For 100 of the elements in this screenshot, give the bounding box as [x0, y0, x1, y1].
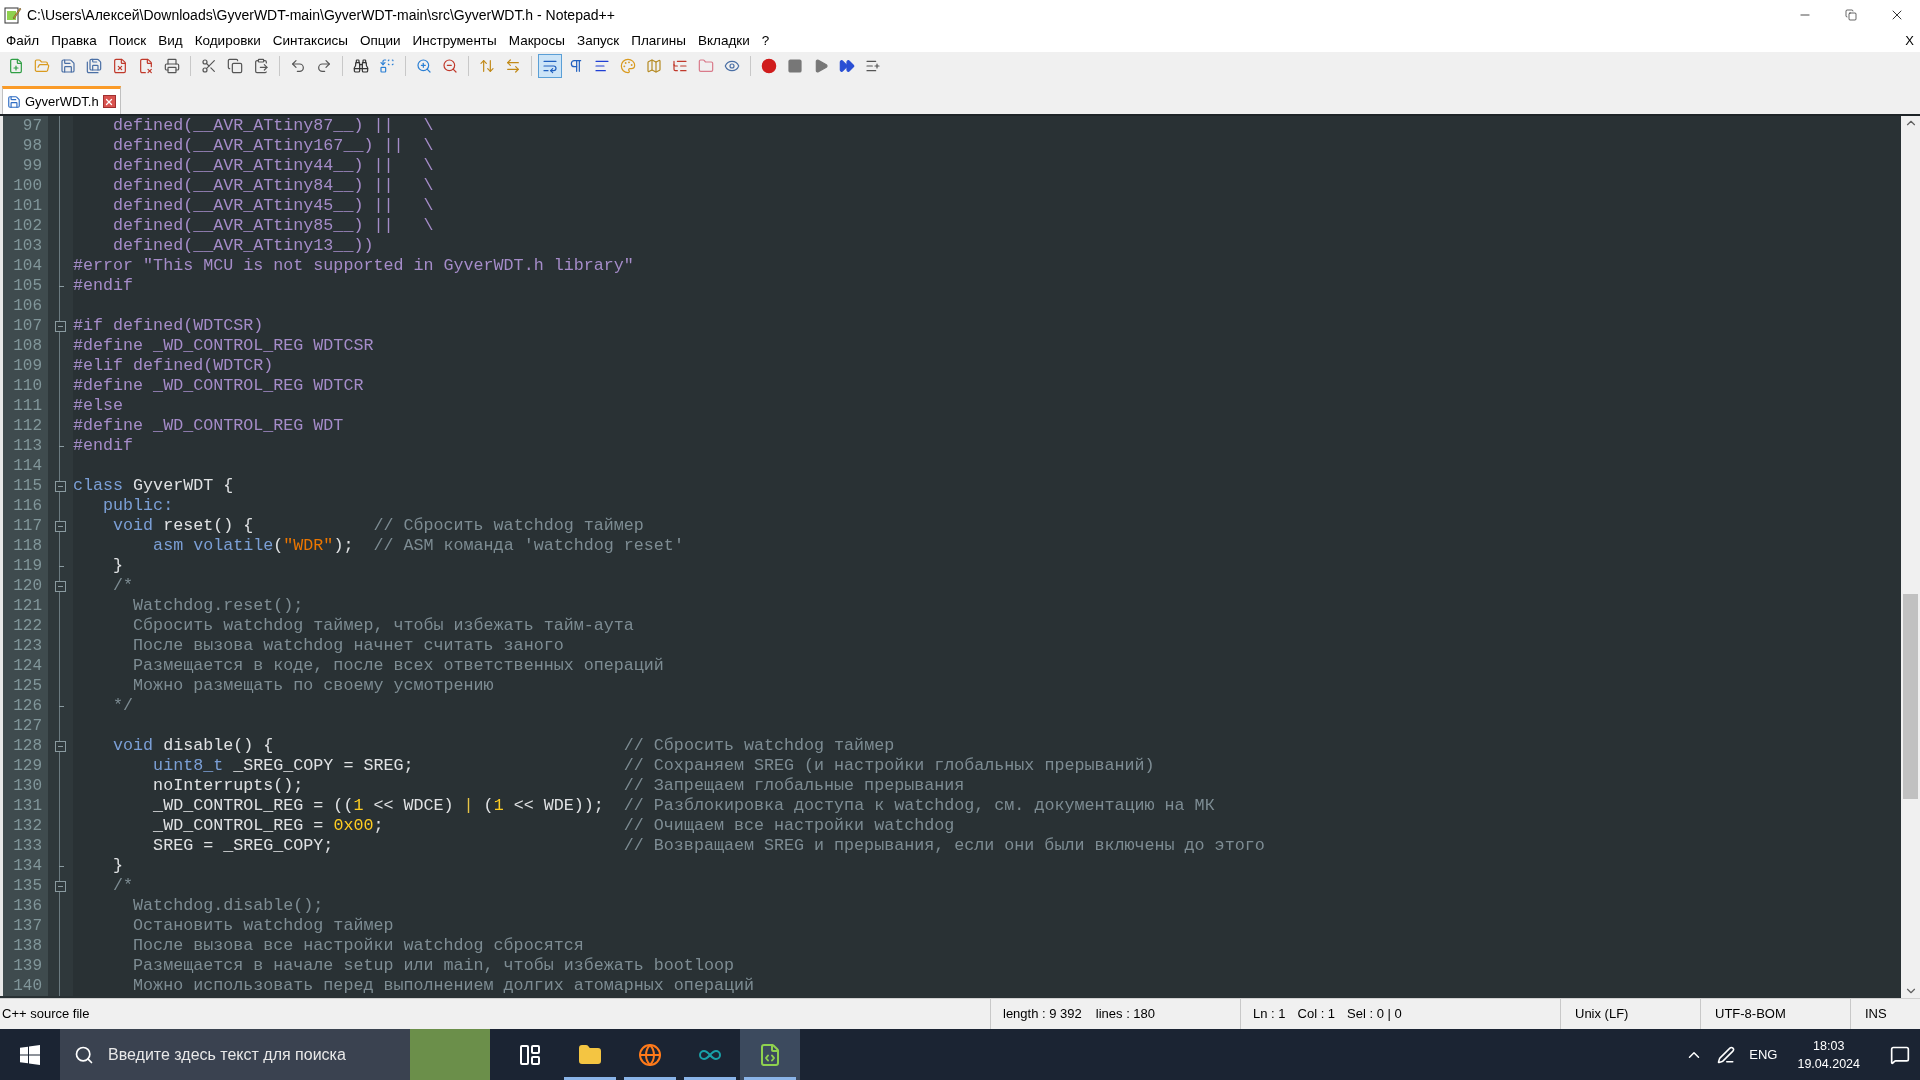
clock-time: 18:03: [1813, 1037, 1845, 1055]
code-line: После вызова watchdog начнет считать заного: [132, 636, 564, 656]
menu-item[interactable]: Правка: [45, 30, 103, 52]
menu-item[interactable]: Опции: [353, 30, 407, 52]
line-status: Ln : 1: [1253, 1005, 1286, 1024]
close-document-button[interactable]: X: [1905, 31, 1914, 51]
paste-icon: [253, 58, 269, 74]
code-line: class GyverWDT {: [73, 476, 234, 496]
code-line: Размещается в коде, после всех ответственных операций: [132, 656, 664, 676]
fold-end-mark: [59, 446, 64, 447]
pen-icon[interactable]: [1717, 1045, 1736, 1064]
code-line: _WD_CONTROL_REG = 0x00; // Очищаем все настройки watchdog: [152, 816, 955, 836]
code-line: Watchdog.reset();: [132, 596, 304, 616]
code-line: void reset() { // Сбросить watchdog таймер: [112, 516, 644, 536]
notepad-app-icon: [4, 6, 22, 24]
vertical-arrows-icon: [479, 58, 495, 74]
indent-lines-icon: [594, 58, 610, 74]
menu-item[interactable]: Кодировки: [188, 30, 267, 52]
fold-toggle-icon[interactable]: [55, 580, 66, 592]
code-line: void disable() { // Сбросить watchdog таймер: [112, 736, 895, 756]
menu-item[interactable]: Файл: [0, 30, 46, 52]
line-number: 117: [0, 516, 48, 536]
line-number: 113: [0, 436, 48, 456]
browser-icon: [638, 1042, 662, 1067]
code-line: */: [112, 696, 134, 716]
fold-end-mark: [59, 866, 64, 867]
code-line: Сбросить watchdog таймер, чтобы избежать тайм-аута: [132, 616, 634, 636]
fold-toggle-icon[interactable]: [55, 520, 66, 532]
folder-icon: [698, 58, 714, 74]
tab-close-button[interactable]: [102, 95, 116, 108]
code-line: uint8_t _SREG_COPY = SREG; // Сохраняем SREG (и настройки глобальных прерываний): [152, 756, 1155, 776]
line-number: 112: [0, 416, 48, 436]
line-number: 109: [0, 356, 48, 376]
menu-item[interactable]: Макросы: [502, 30, 571, 52]
line-number: 122: [0, 616, 48, 636]
line-number: 123: [0, 636, 48, 656]
play-icon: [813, 58, 829, 74]
print-icon: [164, 58, 180, 74]
fold-toggle-icon[interactable]: [55, 480, 66, 492]
code-line: }: [112, 556, 124, 576]
line-ending-status: Unix (LF): [1575, 1005, 1629, 1024]
line-number: 132: [0, 816, 48, 836]
close-files-icon: [138, 58, 154, 74]
clock[interactable]: 18:03 19.04.2024: [1791, 1036, 1866, 1073]
menu-item[interactable]: Вид: [152, 30, 189, 52]
fold-toggle-icon[interactable]: [55, 320, 66, 332]
code-line: Watchdog.disable();: [132, 896, 324, 916]
code-line: SREG = _SREG_COPY; // Возвращаем SREG и прерывания, если они были включены до этого: [152, 836, 1265, 856]
code-line: #endif: [73, 276, 134, 296]
line-number: 104: [0, 256, 48, 276]
code-line: defined(__AVR_ATtiny87__) || \: [112, 116, 434, 136]
toolbar-button[interactable]: [538, 54, 562, 78]
file-tab[interactable]: GyverWDT.h: [2, 86, 121, 114]
scrollbar-thumb[interactable]: [1903, 594, 1918, 799]
scissors-icon: [201, 58, 217, 74]
code-line: }: [112, 856, 124, 876]
line-number: 99: [0, 156, 48, 176]
line-number: 110: [0, 376, 48, 396]
notification-icon[interactable]: [1890, 1044, 1910, 1065]
tab-label: GyverWDT.h: [25, 92, 99, 111]
search-icon: [74, 1044, 94, 1065]
language-indicator[interactable]: ENG: [1749, 1044, 1778, 1065]
line-number: 107: [0, 316, 48, 336]
code-line: defined(__AVR_ATtiny84__) || \: [112, 176, 434, 196]
map-icon: [646, 58, 662, 74]
line-number: 126: [0, 696, 48, 716]
menu-item[interactable]: Запуск: [571, 30, 626, 52]
encoding-status: UTF-8-BOM: [1715, 1005, 1786, 1024]
horizontal-arrows-icon: [505, 58, 521, 74]
search-field[interactable]: Введите здесь текст для поиска: [60, 1029, 490, 1080]
menu-item[interactable]: Плагины: [625, 30, 692, 52]
menu-item[interactable]: Синтаксисы: [266, 30, 354, 52]
line-number: 108: [0, 336, 48, 356]
code-line: Остановить watchdog таймер: [132, 916, 394, 936]
code-line: #if defined(WDTCSR): [73, 316, 264, 336]
code-line: asm volatile("WDR"); // ASM команда 'watchdog reset': [152, 536, 684, 556]
code-line: _WD_CONTROL_REG = ((1 << WDCE) | (1 << WDE)); // Разблокировка доступа к watchdog, см. документацию на МК: [152, 796, 1215, 816]
column-status: Col : 1: [1297, 1005, 1336, 1024]
fold-toggle-icon[interactable]: [55, 740, 66, 752]
insert-mode-status: INS: [1865, 1005, 1887, 1024]
code-line: defined(__AVR_ATtiny167__) || \: [112, 136, 434, 156]
code-line: defined(__AVR_ATtiny45__) || \: [112, 196, 434, 216]
menu-item[interactable]: ?: [755, 30, 776, 52]
zoom-in-icon: [416, 58, 432, 74]
line-number: 131: [0, 796, 48, 816]
fold-toggle-icon[interactable]: [55, 880, 66, 892]
vertical-scrollbar[interactable]: [1901, 116, 1920, 998]
line-number: 120: [0, 576, 48, 596]
line-number: 125: [0, 676, 48, 696]
code-editor[interactable]: [0, 116, 1920, 998]
code-line: public:: [102, 496, 174, 516]
menu-item[interactable]: Вкладки: [691, 30, 756, 52]
wrap-text-icon: [542, 58, 558, 74]
selection-status: Sel : 0 | 0: [1347, 1005, 1402, 1024]
line-number: 127: [0, 716, 48, 736]
menu-item[interactable]: Поиск: [102, 30, 153, 52]
menu-item[interactable]: Инструменты: [406, 30, 503, 52]
file-type: C++ source file: [2, 1006, 90, 1022]
fold-end-mark: [59, 286, 64, 287]
line-number: 102: [0, 216, 48, 236]
